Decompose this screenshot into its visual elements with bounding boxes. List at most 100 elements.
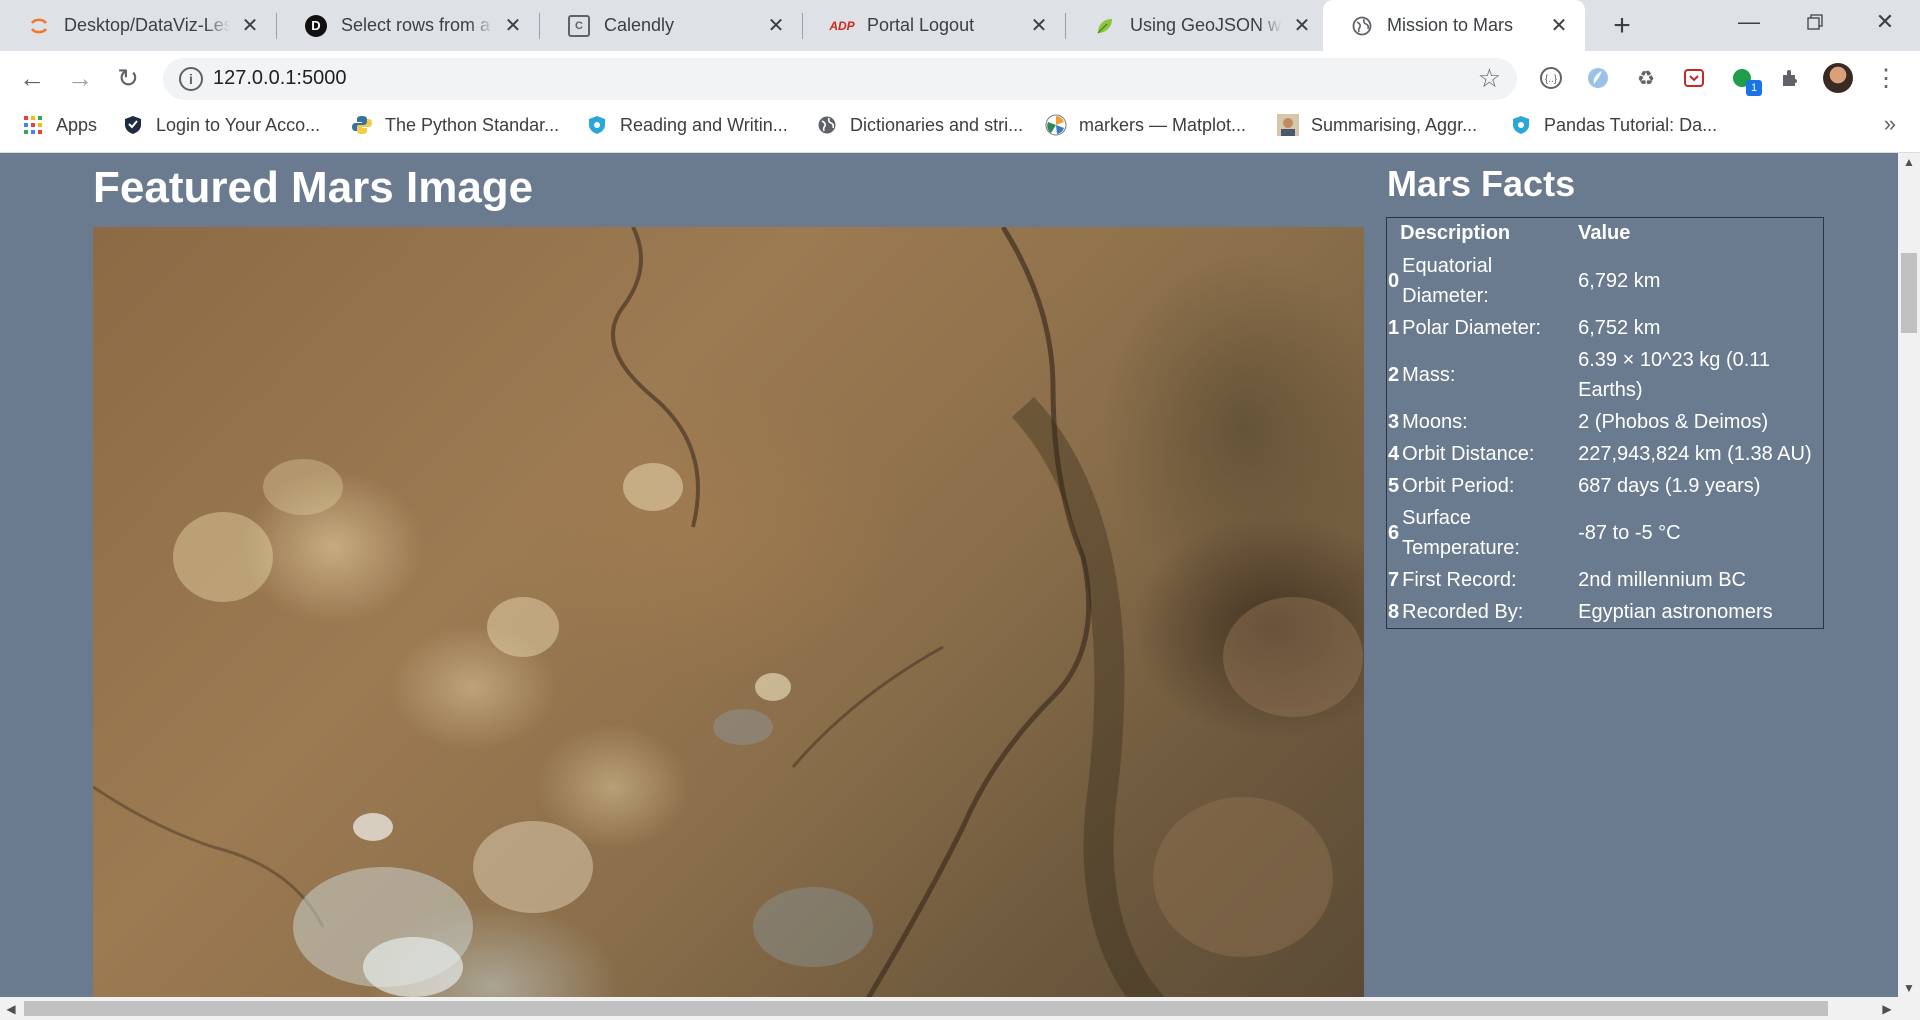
bookmark-star-icon[interactable]: ☆ (1478, 63, 1501, 94)
close-tab-icon[interactable]: ✕ (1027, 14, 1051, 38)
row-value: -87 to -5 °C (1578, 521, 1681, 544)
tab-label: Desktop/DataViz-Les (64, 15, 230, 35)
close-tab-icon[interactable]: ✕ (238, 14, 262, 38)
table-row: 8 Recorded By: Egyptian astronomers (1387, 596, 1824, 629)
scroll-left-arrow-icon[interactable]: ◀ (0, 997, 22, 1020)
bookmark-reading-writing[interactable]: Reading and Writin... (586, 105, 788, 145)
row-description: Orbit Period: (1402, 474, 1515, 497)
bookmark-label: Pandas Tutorial: Da... (1544, 114, 1718, 135)
jupyter-icon (28, 15, 50, 37)
column-header-value: Value (1578, 222, 1631, 245)
restore-icon[interactable] (1782, 0, 1848, 44)
bookmark-login[interactable]: Login to Your Acco... (122, 105, 320, 145)
bookmark-pandas[interactable]: Pandas Tutorial: Da... (1510, 105, 1717, 145)
bookmark-label: Summarising, Aggr... (1311, 114, 1478, 135)
extension-code-icon[interactable]: {..} (1535, 62, 1567, 94)
scroll-right-arrow-icon[interactable]: ▶ (1876, 997, 1898, 1020)
column-header-description: Description (1400, 222, 1511, 245)
table-row: 3 Moons: 2 (Phobos & Deimos) (1387, 406, 1824, 438)
row-value: 6,792 km (1578, 269, 1661, 292)
row-index: 1 (1388, 316, 1400, 339)
shield-icon (586, 114, 608, 136)
tab-label: Calendly (604, 15, 675, 35)
table-row: 1 Polar Diameter: 6,752 km (1387, 312, 1824, 344)
mars-facts-table: Description Value 0 Equatorial Diameter:… (1386, 217, 1824, 629)
table-row: 7 First Record: 2nd millennium BC (1387, 564, 1824, 596)
bookmark-apps[interactable]: Apps (22, 105, 97, 145)
svg-text:{..}: {..} (1545, 74, 1558, 85)
tab-calendly[interactable]: C Calendly ✕ (540, 0, 802, 51)
pocket-icon[interactable] (1678, 62, 1710, 94)
row-value: 2 (Phobos & Deimos) (1578, 410, 1769, 433)
page-viewport: Featured Mars Image Mars Facts Descripti… (0, 153, 1898, 997)
kebab-menu-icon[interactable]: ⋮ (1870, 62, 1902, 94)
close-tab-icon[interactable]: ✕ (1290, 14, 1314, 38)
close-window-icon[interactable]: ✕ (1852, 0, 1918, 44)
extension-badge: 1 (1746, 80, 1762, 96)
adp-logo-icon: ADP (829, 18, 855, 33)
recycle-icon[interactable]: ♻ (1630, 62, 1662, 94)
close-tab-icon[interactable]: ✕ (764, 14, 788, 38)
vertical-scroll-thumb[interactable] (1901, 253, 1917, 333)
tab-portal-logout[interactable]: ADP Portal Logout ✕ (803, 0, 1065, 51)
row-index: 5 (1388, 474, 1400, 497)
address-bar[interactable]: i 127.0.0.1:5000 ☆ (163, 58, 1517, 100)
mars-facts-title: Mars Facts (1387, 163, 1576, 204)
bookmark-matplotlib[interactable]: markers — Matplot... (1045, 105, 1246, 145)
bookmark-summarising[interactable]: Summarising, Aggr... (1277, 105, 1477, 145)
row-value: 227,943,824 km (1.38 AU) (1578, 442, 1812, 465)
tab-dataviz[interactable]: Desktop/DataViz-Les ✕ (0, 0, 276, 51)
matplotlib-icon (1045, 114, 1067, 136)
table-row: 4 Orbit Distance: 227,943,824 km (1.38 A… (1387, 438, 1824, 470)
table-row: 0 Equatorial Diameter: 6,792 km (1387, 250, 1824, 312)
leaf-icon (1094, 15, 1116, 37)
new-tab-button[interactable]: + (1604, 8, 1640, 44)
browser-tab-strip: Desktop/DataViz-Les ✕ D Select rows from… (0, 0, 1920, 51)
row-index: 3 (1388, 410, 1400, 433)
row-description: Moons: (1402, 410, 1468, 433)
minimize-icon[interactable]: — (1716, 0, 1782, 44)
bookmarks-bar: Apps Login to Your Acco... The Python St… (0, 105, 1920, 153)
back-icon[interactable]: ← (13, 59, 51, 97)
horizontal-scrollbar[interactable]: ◀ ▶ (0, 997, 1920, 1020)
table-row: 2 Mass: 6.39 × 10^23 kg (0.11 Earths) (1387, 344, 1824, 406)
table-row: 6 Surface Temperature: -87 to -5 °C (1387, 502, 1824, 564)
more-bookmarks-icon[interactable]: » (1884, 111, 1896, 137)
row-index: 7 (1388, 568, 1400, 591)
calendar-icon: C (568, 14, 590, 37)
vertical-scrollbar[interactable]: ▲ ▼ (1898, 153, 1920, 997)
close-tab-icon[interactable]: ✕ (501, 14, 525, 38)
featured-image-title: Featured Mars Image (93, 163, 534, 212)
reload-icon[interactable]: ↻ (109, 59, 147, 97)
row-value: 2nd millennium BC (1578, 568, 1746, 591)
globe-icon (1351, 15, 1373, 37)
portrait-icon (1277, 114, 1299, 136)
tab-mission-to-mars[interactable]: Mission to Mars ✕ (1323, 0, 1585, 51)
row-description: Mass: (1402, 363, 1456, 386)
profile-avatar[interactable] (1823, 63, 1853, 93)
scroll-down-arrow-icon[interactable]: ▼ (1898, 979, 1920, 997)
column-header-index (1387, 218, 1401, 250)
tab-geojson[interactable]: Using GeoJSON with ✕ (1066, 0, 1328, 51)
url-text[interactable]: 127.0.0.1:5000 (213, 67, 346, 90)
scroll-up-arrow-icon[interactable]: ▲ (1898, 153, 1920, 171)
bookmark-label: Login to Your Acco... (156, 114, 321, 135)
shield-check-icon (122, 114, 144, 136)
row-index: 0 (1388, 269, 1400, 292)
tab-label: Portal Logout (867, 15, 975, 35)
site-info-icon[interactable]: i (179, 67, 203, 91)
puzzle-extensions-icon[interactable] (1774, 62, 1806, 94)
bookmark-label: Apps (56, 114, 98, 135)
bookmark-dictionaries[interactable]: Dictionaries and stri... (816, 105, 1023, 145)
row-description: Polar Diameter: (1402, 316, 1542, 339)
row-index: 6 (1388, 521, 1400, 544)
row-value: 687 days (1.9 years) (1578, 474, 1761, 497)
bookmark-python[interactable]: The Python Standar... (351, 105, 559, 145)
forward-icon[interactable]: → (61, 59, 99, 97)
row-value: 6,752 km (1578, 316, 1661, 339)
tab-select-rows[interactable]: D Select rows from a Pa ✕ (277, 0, 539, 51)
horizontal-scroll-thumb[interactable] (24, 1001, 1828, 1016)
extension-drop-icon[interactable] (1582, 62, 1614, 94)
close-tab-icon[interactable]: ✕ (1547, 14, 1571, 38)
row-description: First Record: (1402, 568, 1517, 591)
